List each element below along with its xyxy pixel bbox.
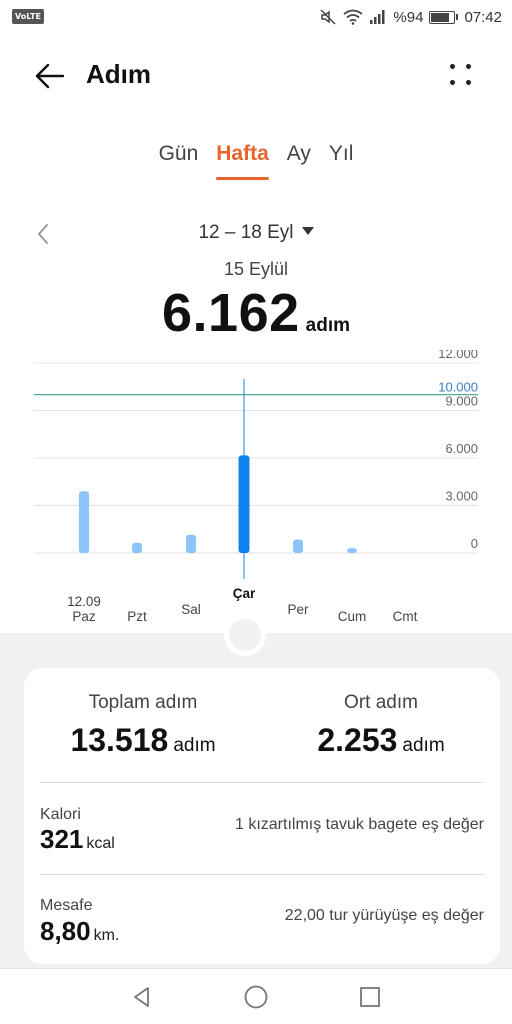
distance-equivalent: 22,00 tur yürüyüşe eş değer [284, 907, 484, 924]
x-tick-label: Pzt [127, 609, 147, 624]
average-steps-label: Ort adım [344, 692, 418, 713]
arrow-left-icon [35, 63, 65, 89]
steps-bar-chart[interactable]: 12.000 9.000 6.000 3.000 0 10.000 Paz Pzt Sal Çar… [0, 350, 512, 640]
average-steps-stat: Ort adım 2.253 adım [262, 692, 500, 759]
status-icons: %94 07:42 [319, 7, 502, 27]
x-tick-label: Paz [72, 609, 96, 624]
bar [79, 491, 89, 553]
more-dots-icon [450, 64, 455, 69]
more-options-button[interactable] [448, 62, 478, 92]
chart-scrub-handle[interactable] [229, 619, 261, 651]
goal-label: 10.000 [438, 380, 478, 395]
y-tick-label: 6.000 [445, 441, 478, 456]
y-tick-label: 3.000 [445, 489, 478, 504]
signal-icon [370, 10, 385, 24]
x-date-label: 12.09 [67, 594, 101, 609]
y-tick-label: 0 [471, 536, 478, 551]
week-range-label: 12 – 18 Eyl [198, 222, 294, 243]
total-steps-unit: adım [173, 735, 216, 756]
week-range-selector[interactable]: 12 – 18 Eyl [0, 222, 512, 244]
bar [347, 548, 357, 553]
total-steps-label: Toplam adım [88, 692, 198, 713]
nav-recents-icon [360, 987, 380, 1007]
more-dot [466, 80, 471, 85]
mute-icon [320, 9, 336, 25]
more-dot [466, 64, 471, 69]
volte-indicator: VoLTE [12, 9, 44, 24]
bar-selected [238, 455, 250, 553]
x-tick-label: Sal [181, 602, 201, 617]
bar [293, 539, 303, 553]
distance-unit: km. [93, 927, 120, 944]
clock: 07:42 [464, 8, 502, 26]
nav-home-icon [244, 985, 268, 1009]
x-tick-label: Cmt [393, 609, 418, 624]
x-tick-label: Cum [338, 609, 367, 624]
battery-tip [456, 14, 459, 20]
nav-home-button[interactable] [240, 981, 272, 1013]
more-dot [450, 80, 455, 85]
app-header: Adım [0, 44, 512, 108]
selected-steps-unit: adım [305, 315, 350, 336]
tab-week[interactable]: Hafta [207, 138, 278, 182]
nav-back-button[interactable] [126, 981, 158, 1013]
total-steps-value: 13.518 [70, 722, 169, 758]
bar [186, 534, 196, 553]
nav-back-icon [134, 987, 149, 1007]
system-nav-bar [0, 968, 512, 1024]
page-title: Adım [86, 59, 151, 89]
wifi-icon [343, 9, 363, 25]
tab-year[interactable]: Yıl [320, 138, 363, 182]
nav-recents-button[interactable] [354, 981, 386, 1013]
selected-steps: 6.162 adım [0, 282, 512, 344]
divider [40, 782, 484, 783]
dropdown-caret-icon [301, 226, 314, 235]
y-tick-label: 9.000 [445, 394, 478, 409]
bar [132, 542, 142, 553]
distance-label: Mesafe [40, 897, 93, 914]
status-bar: VoLTE %94 07:42 [0, 0, 512, 34]
y-tick-label: 12.000 [438, 350, 478, 361]
battery-percent: %94 [393, 8, 424, 26]
period-tabs: Gün Hafta Ay Yıl [0, 138, 512, 182]
distance-value-group: 8,80 km. [40, 916, 119, 947]
calories-unit: kcal [86, 835, 115, 852]
divider [40, 874, 484, 875]
total-steps-stat: Toplam adım 13.518 adım [24, 692, 262, 759]
distance-value: 8,80 [40, 916, 91, 946]
average-steps-unit: adım [402, 735, 445, 756]
tab-month[interactable]: Ay [278, 138, 320, 182]
summary-card: Toplam adım 13.518 adım Ort adım 2.253 adı… [24, 668, 500, 964]
average-steps-value: 2.253 [317, 722, 398, 758]
selected-steps-value: 6.162 [162, 283, 300, 343]
calories-equivalent: 1 kızartılmış tavuk bagete eş değer [234, 816, 484, 833]
selected-date: 15 Eylül [223, 259, 289, 279]
battery-icon [429, 10, 456, 24]
x-tick-label: Çar [233, 586, 256, 601]
calories-value-group: 321 kcal [40, 824, 115, 855]
x-tick-label: Per [287, 602, 309, 617]
tab-day[interactable]: Gün [150, 138, 208, 182]
back-button[interactable] [28, 56, 72, 96]
calories-value: 321 [40, 824, 84, 854]
calories-label: Kalori [40, 806, 81, 823]
